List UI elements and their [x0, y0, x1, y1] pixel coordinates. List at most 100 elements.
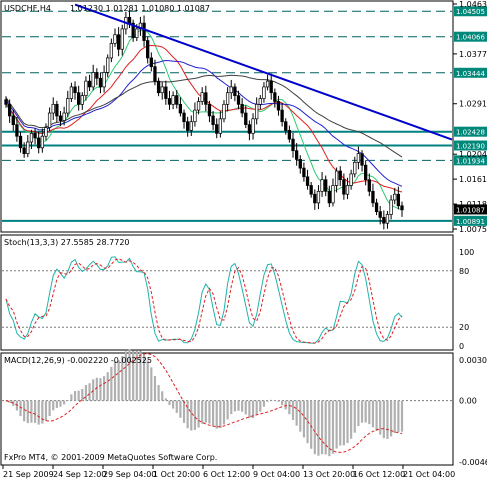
macd-bar [382, 400, 385, 439]
macd-bar [266, 400, 269, 402]
candle-body [284, 121, 288, 131]
candle-body [15, 124, 19, 137]
candle-body [371, 190, 375, 204]
macd-bar [41, 400, 44, 424]
candle-body [164, 86, 168, 99]
stoch-tick-label: 80 [459, 267, 469, 276]
macd-bar [190, 400, 193, 431]
time-tick-label: 21 Sep 2009 [3, 470, 54, 479]
candle-body [236, 95, 241, 105]
candle-body [233, 86, 237, 96]
macd-bar [386, 400, 389, 439]
macd-bar [281, 400, 284, 406]
macd-bar [182, 400, 186, 423]
macd-bar [55, 400, 58, 408]
macd-bar [302, 400, 306, 438]
candle-body [22, 147, 26, 154]
candle-body [127, 16, 132, 24]
macd-bar [59, 400, 62, 407]
time-tick-label: 24 Sep 12:00 [53, 470, 106, 479]
macd-bar [81, 388, 84, 401]
macd-bar [19, 400, 22, 417]
macd-bar [259, 400, 262, 412]
candle-body [374, 202, 379, 212]
macd-bar [52, 400, 55, 411]
candle-body [313, 193, 317, 204]
macd-bar [179, 400, 182, 418]
candle-body [106, 57, 110, 73]
candle-body [11, 115, 15, 125]
macd-bar [70, 394, 73, 401]
candle-body [276, 101, 281, 111]
candle-body [305, 176, 310, 186]
macd-bar [353, 400, 356, 433]
macd-bar [364, 400, 367, 423]
candle-body [367, 179, 371, 192]
time-tick-label: 9 Oct 04:00 [253, 470, 300, 479]
price-tick-label: 1.04630 [459, 0, 487, 9]
macd-bar [237, 400, 240, 411]
stoch-tick-label: 0 [459, 342, 464, 351]
candle-body [37, 137, 41, 149]
candle-body [255, 103, 259, 120]
macd-bar [273, 400, 276, 401]
macd-bar [284, 400, 287, 410]
price-tick-label: 1.02910 [459, 100, 487, 109]
ohlc-label: 1.01230 1.01281 1.01080 1.01087 [70, 4, 210, 13]
candle-body [18, 135, 23, 149]
macd-bar [161, 391, 164, 401]
chart-canvas[interactable]: 1.045051.040661.034441.024281.021901.019… [0, 0, 487, 480]
candle-body [393, 193, 397, 201]
candle-body [171, 95, 175, 105]
macd-bar [211, 400, 215, 426]
macd-bar [248, 400, 251, 419]
macd-bar [230, 400, 233, 415]
macd-bar [157, 385, 160, 401]
macd-bar [48, 400, 51, 416]
macd-bar [313, 400, 316, 455]
macd-bar [317, 400, 320, 456]
candle-body [364, 164, 368, 181]
macd-bar [33, 400, 37, 423]
candle-body [378, 211, 382, 218]
candle-body [62, 112, 66, 121]
macd-bar [397, 400, 400, 433]
candle-body [66, 98, 70, 114]
price-axis-tags: 1.045051.040661.034441.024281.021901.019… [454, 6, 487, 226]
candle-body [120, 28, 124, 50]
macd-bar [335, 400, 338, 449]
time-tick-label: 21 Oct 04:00 [403, 470, 455, 479]
macd-bar [241, 400, 244, 412]
time-tick-label: 13 Oct 20:00 [303, 470, 355, 479]
time-tick-label: 29 Sep 04:00 [103, 470, 156, 479]
macd-bar [233, 400, 236, 412]
candle-body [69, 86, 74, 99]
macd-bar [222, 400, 226, 425]
price-tick-label: 1.03770 [459, 50, 487, 59]
candle-body [320, 179, 324, 192]
macd-bar [215, 400, 218, 429]
level-tag-label: 1.03444 [456, 70, 485, 78]
candle-body [29, 132, 34, 143]
macd-bar [88, 383, 91, 401]
candle-body [149, 57, 153, 67]
candle-body [116, 34, 121, 50]
time-tick-label: 6 Oct 12:00 [203, 470, 250, 479]
macd-tick-label: 0.00307 [459, 356, 487, 365]
macd-bar [320, 400, 324, 455]
macd-bar [37, 400, 40, 425]
macd-bar [208, 400, 211, 424]
candle-body [385, 214, 390, 224]
macd-bar [310, 400, 313, 449]
candle-body [302, 167, 306, 178]
candle-body [244, 112, 248, 125]
copyright-label: FxPro MT4, © 2001-2009 MetaQuotes Softwa… [4, 453, 217, 462]
candle-body [334, 170, 339, 186]
candle-body [135, 28, 139, 38]
macd-bar [193, 400, 197, 430]
candle-body [26, 141, 30, 154]
candle-body [294, 150, 299, 160]
candle-body [189, 121, 193, 131]
level-tag-label: 1.04066 [456, 34, 485, 42]
candle-body [196, 101, 201, 111]
